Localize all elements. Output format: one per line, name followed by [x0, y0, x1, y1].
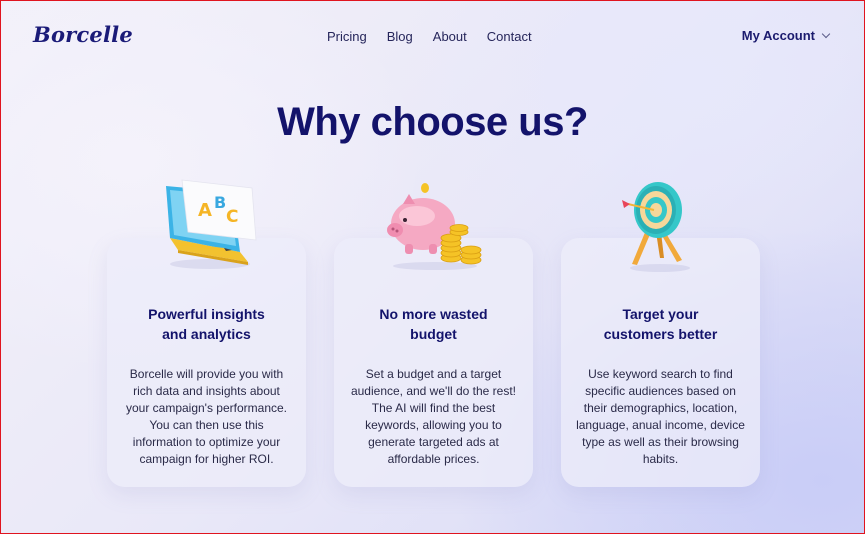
feature-card-insights: Powerful insights and analytics Borcelle…: [107, 238, 306, 487]
feature-title: Target your customers better: [561, 304, 760, 344]
feature-title-line: No more wasted: [379, 306, 488, 322]
feature-card-targeting: Target your customers better Use keyword…: [561, 238, 760, 487]
target-icon: [622, 182, 690, 272]
main-nav: Pricing Blog About Contact: [327, 29, 552, 44]
feature-title: Powerful insights and analytics: [107, 304, 306, 344]
brand-logo[interactable]: Borcelle: [33, 22, 133, 47]
laptop-abc-icon: A B C: [166, 179, 257, 269]
nav-link-pricing[interactable]: Pricing: [327, 29, 367, 44]
feature-description: Use keyword search to find specific audi…: [576, 367, 745, 466]
feature-title: No more wasted budget: [334, 304, 533, 344]
feature-title-line: customers better: [603, 326, 718, 342]
feature-title-line: and analytics: [162, 326, 251, 342]
site-header: Borcelle Pricing Blog About Contact My A…: [0, 0, 865, 72]
feature-title-line: budget: [410, 326, 457, 342]
feature-title-line: Powerful insights: [148, 306, 265, 322]
nav-link-about[interactable]: About: [433, 29, 467, 44]
feature-description: Set a budget and a target audience, and …: [350, 367, 517, 466]
letter-c: C: [226, 207, 238, 227]
letter-a: A: [198, 200, 212, 221]
piggy-bank-icon: [387, 183, 482, 270]
feature-title-line: Target your: [622, 306, 699, 322]
feature-card-budget: No more wasted budget Set a budget and a…: [334, 238, 533, 487]
my-account-label: My Account: [741, 28, 815, 43]
my-account-menu[interactable]: My Account: [741, 28, 831, 43]
nav-link-contact[interactable]: Contact: [487, 29, 532, 44]
letter-b: B: [214, 193, 226, 212]
page-title: Why choose us?: [277, 100, 588, 144]
nav-link-blog[interactable]: Blog: [387, 29, 413, 44]
chevron-down-icon: [821, 29, 831, 39]
feature-description: Borcelle will provide you with rich data…: [125, 367, 288, 466]
